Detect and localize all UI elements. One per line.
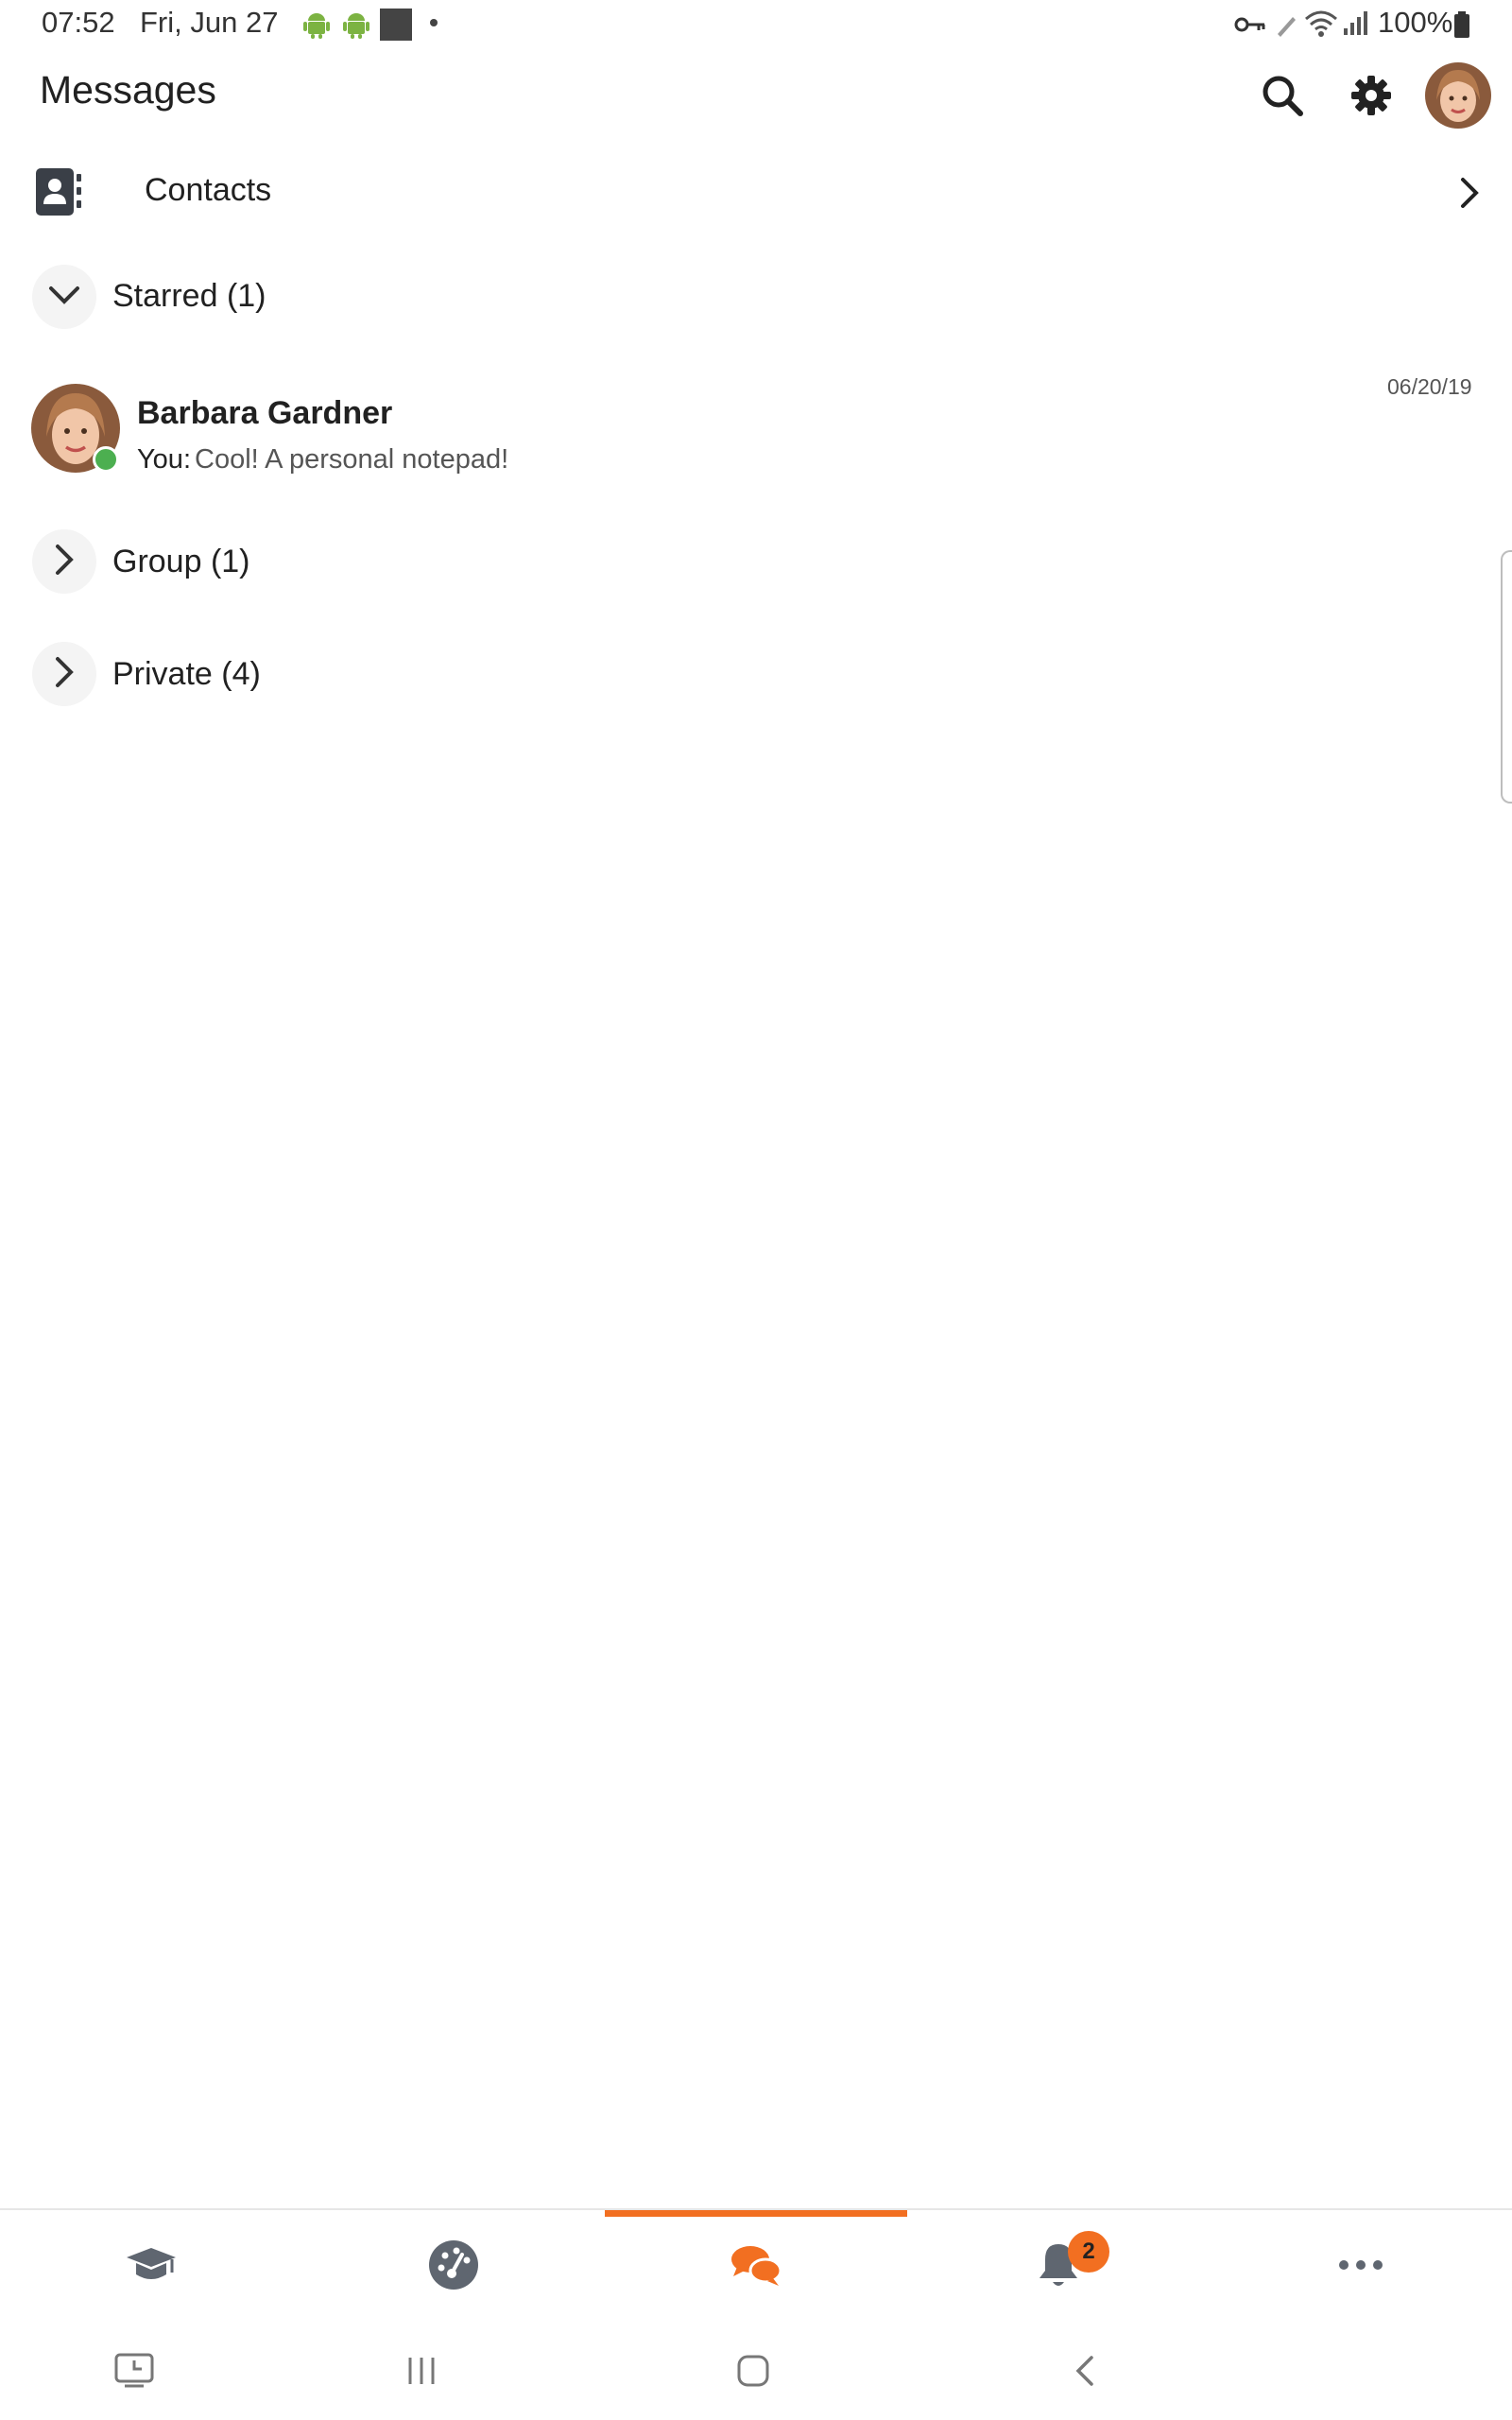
section-group-label[interactable]: Group (1) bbox=[112, 544, 250, 580]
back-button[interactable] bbox=[1028, 2335, 1142, 2411]
screen-record-icon bbox=[380, 9, 412, 41]
battery-percent: 100% bbox=[1378, 6, 1453, 39]
recents-button[interactable] bbox=[365, 2335, 478, 2411]
nav-courses[interactable] bbox=[0, 2212, 302, 2322]
battery-icon bbox=[1453, 11, 1470, 43]
wifi-icon bbox=[1304, 9, 1338, 43]
android-icon bbox=[302, 11, 331, 44]
profile-avatar[interactable] bbox=[1425, 62, 1491, 129]
contacts-label: Contacts bbox=[145, 172, 272, 208]
home-button[interactable] bbox=[696, 2335, 810, 2411]
home-icon bbox=[735, 2353, 771, 2394]
chevron-right-icon bbox=[53, 655, 76, 694]
notifications-badge: 2 bbox=[1068, 2231, 1109, 2273]
messages-icon bbox=[730, 2242, 782, 2292]
android-icon bbox=[342, 11, 370, 44]
status-date: Fri, Jun 27 bbox=[140, 6, 279, 39]
conversation-preview: Cool! A personal notepad! bbox=[195, 444, 509, 475]
search-icon bbox=[1261, 74, 1304, 122]
starred-toggle-button[interactable] bbox=[32, 265, 96, 329]
courses-icon bbox=[125, 2244, 178, 2290]
nav-notifications[interactable] bbox=[907, 2212, 1210, 2322]
nav-dashboard[interactable] bbox=[302, 2212, 605, 2322]
edge-panel-handle[interactable] bbox=[1501, 550, 1512, 804]
group-toggle-button[interactable] bbox=[32, 529, 96, 594]
private-toggle-button[interactable] bbox=[32, 642, 96, 706]
online-status-indicator bbox=[93, 446, 119, 473]
section-starred-label[interactable]: Starred (1) bbox=[112, 278, 266, 315]
contacts-book-icon bbox=[34, 166, 83, 222]
dashboard-icon bbox=[428, 2239, 479, 2295]
status-time: 07:52 bbox=[42, 6, 115, 39]
search-button[interactable] bbox=[1249, 64, 1315, 130]
back-icon bbox=[1073, 2354, 1097, 2393]
recent-screenshot-button[interactable] bbox=[77, 2335, 191, 2411]
conversation-sender-prefix: You: bbox=[137, 444, 191, 475]
gear-icon bbox=[1350, 75, 1392, 121]
nav-messages[interactable] bbox=[605, 2212, 907, 2322]
page-title: Messages bbox=[40, 68, 216, 112]
screen-history-icon bbox=[113, 2352, 155, 2394]
recents-icon bbox=[404, 2355, 438, 2392]
settings-button[interactable] bbox=[1338, 64, 1404, 130]
conversation-date: 06/20/19 bbox=[1387, 374, 1472, 399]
notification-dot-icon bbox=[430, 19, 438, 26]
chevron-right-icon bbox=[53, 543, 76, 581]
signal-icon bbox=[1342, 9, 1370, 41]
conversation-name: Barbara Gardner bbox=[137, 395, 393, 431]
chevron-down-icon bbox=[47, 284, 81, 311]
vpn-key-icon bbox=[1234, 13, 1266, 41]
chevron-right-icon bbox=[1457, 176, 1482, 215]
pen-icon bbox=[1274, 11, 1298, 43]
section-private-label[interactable]: Private (4) bbox=[112, 656, 261, 693]
nav-more[interactable] bbox=[1210, 2212, 1512, 2322]
more-icon bbox=[1338, 2258, 1383, 2275]
